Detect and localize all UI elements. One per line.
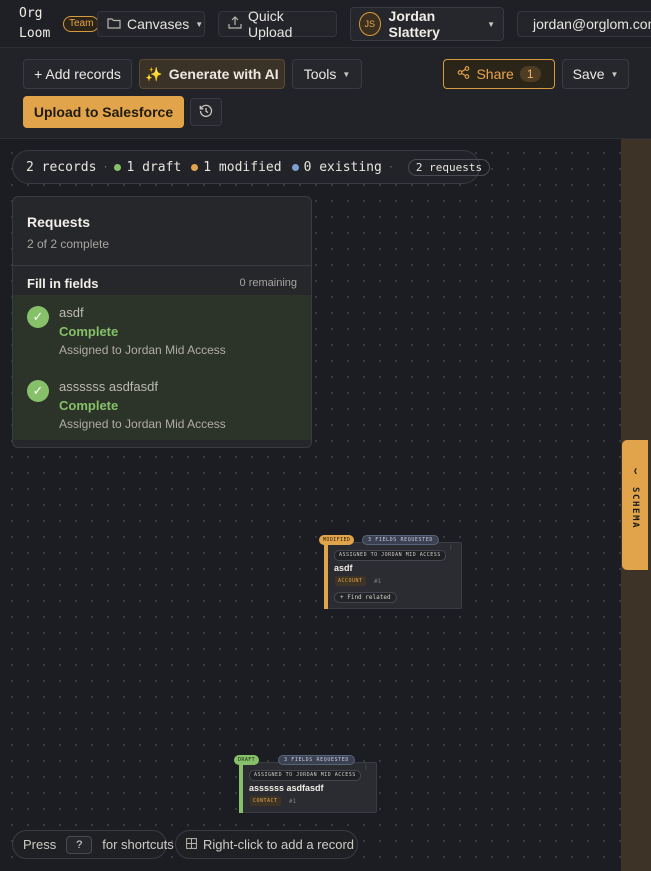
shortcuts-label: for shortcuts xyxy=(102,837,174,852)
request-name: assssss asdfasdf xyxy=(59,379,158,394)
toolbar: + Add records ✨ Generate with AI Tools ▼… xyxy=(0,48,651,139)
existing-count-label: 0 existing xyxy=(303,159,382,175)
modified-count-label: 1 modified xyxy=(203,159,282,175)
share-button[interactable]: Share 1 xyxy=(443,59,555,89)
press-label: Press xyxy=(23,837,57,852)
assigned-pill: ASSIGNED TO JORDAN MID ACCESS xyxy=(249,770,361,781)
share-label: Share xyxy=(476,66,514,82)
existing-dot xyxy=(291,163,299,171)
shortcut-key: ? xyxy=(66,835,93,854)
share-icon xyxy=(457,66,470,82)
app-logo[interactable]: Org Loom xyxy=(19,4,59,44)
record-name: asdf xyxy=(334,563,353,573)
record-state-edge xyxy=(324,542,328,609)
fields-requested-tag: 3 FIELDS REQUESTED xyxy=(278,755,355,765)
modified-dot xyxy=(191,163,199,171)
add-records-button[interactable]: + Add records xyxy=(23,59,132,89)
chevron-down-icon: ▼ xyxy=(195,19,204,29)
account-email: jordan@orglom.com xyxy=(533,16,651,32)
canvases-button[interactable]: Canvases ▼ xyxy=(97,11,205,37)
record-card-asdf[interactable]: ⋮ ASSIGNED TO JORDAN MID ACCESS asdf ACC… xyxy=(324,542,462,609)
shortcuts-hint[interactable]: Press ? for shortcuts xyxy=(12,830,174,859)
record-index: #1 xyxy=(289,798,297,805)
assigned-pill: ASSIGNED TO JORDAN MID ACCESS xyxy=(334,550,446,561)
fields-requested-tag: 3 FIELDS REQUESTED xyxy=(362,535,439,545)
more-icon[interactable]: ⋮ xyxy=(448,545,454,551)
upload-icon xyxy=(228,16,242,32)
record-type-pill: CONTACT xyxy=(250,796,281,806)
request-assignee: Assigned to Jordan Mid Access xyxy=(59,343,226,357)
user-name: Jordan Slattery xyxy=(388,8,440,40)
save-label: Save xyxy=(572,66,605,82)
request-name: asdf xyxy=(59,305,84,320)
draft-dot xyxy=(114,163,122,171)
grid-icon xyxy=(186,837,197,852)
chevron-down-icon: ▼ xyxy=(342,69,351,79)
schema-panel-toggle[interactable]: ‹ SCHEMA xyxy=(622,440,648,570)
generate-with-ai-label: Generate with AI xyxy=(168,66,279,82)
generate-with-ai-button[interactable]: ✨ Generate with AI xyxy=(139,59,285,89)
requests-progress: 2 of 2 complete xyxy=(27,237,110,251)
chevron-down-icon: ▼ xyxy=(610,69,619,79)
records-count: 2 records xyxy=(26,159,97,175)
record-name: assssss asdfasdf xyxy=(249,783,324,793)
requests-title: Requests xyxy=(27,214,91,230)
existing-count: 0 existing xyxy=(291,159,382,175)
record-type-pill: ACCOUNT xyxy=(335,576,366,586)
request-status: Complete xyxy=(59,398,119,413)
upload-to-salesforce-button[interactable]: Upload to Salesforce xyxy=(23,96,184,128)
draft-tag: DRAFT xyxy=(234,755,260,765)
modified-tag: MODIFIED xyxy=(319,535,355,545)
folder-icon xyxy=(107,16,121,32)
canvases-label: Canvases xyxy=(127,16,190,32)
avatar: JS xyxy=(359,12,381,36)
quick-upload-button[interactable]: Quick Upload xyxy=(218,8,337,40)
tools-button[interactable]: Tools ▼ xyxy=(292,59,362,89)
draft-count-label: 1 draft xyxy=(126,159,182,175)
user-menu-button[interactable]: JS Jordan Slattery ▼ xyxy=(350,7,504,41)
modified-count: 1 modified xyxy=(191,159,282,175)
record-card-assssss-asdfasdf[interactable]: ⋮ ASSIGNED TO JORDAN MID ACCESS assssss … xyxy=(239,762,377,813)
check-circle-icon: ✓ xyxy=(27,306,49,328)
tools-label: Tools xyxy=(303,66,337,82)
more-icon[interactable]: ⋮ xyxy=(363,765,369,771)
request-status: Complete xyxy=(59,324,119,339)
sparkles-icon: ✨ xyxy=(145,65,163,82)
chevron-left-icon: ‹ xyxy=(633,462,637,479)
team-badge: Team xyxy=(63,16,100,32)
right-click-hint: Right-click to add a record xyxy=(175,830,358,859)
top-bar: Org Loom Team Canvases ▼ Quick Upload JS… xyxy=(0,0,651,48)
fill-in-fields-heading: Fill in fields xyxy=(27,276,99,291)
save-button[interactable]: Save ▼ xyxy=(562,59,629,89)
share-count-badge: 1 xyxy=(519,66,541,82)
history-button[interactable] xyxy=(190,98,222,126)
find-related-button[interactable]: + Find related xyxy=(334,592,397,603)
separator-dot: · xyxy=(102,161,109,173)
draft-count: 1 draft xyxy=(114,160,181,175)
chevron-down-icon: ▼ xyxy=(487,19,495,29)
request-list: ✓ asdf Complete Assigned to Jordan Mid A… xyxy=(13,295,311,440)
history-icon xyxy=(199,104,213,121)
request-assignee: Assigned to Jordan Mid Access xyxy=(59,417,226,431)
requests-panel: Requests 2 of 2 complete Fill in fields … xyxy=(12,196,312,448)
schema-label: SCHEMA xyxy=(630,487,640,530)
check-circle-icon: ✓ xyxy=(27,380,49,402)
account-email-button[interactable]: jordan@orglom.com xyxy=(517,11,651,37)
remaining-count: 0 remaining xyxy=(239,277,297,289)
separator-dot: · xyxy=(387,161,394,173)
divider xyxy=(13,265,311,266)
record-state-edge xyxy=(239,762,243,813)
requests-count-badge[interactable]: 2 requests xyxy=(407,158,491,176)
canvas-status-bar: 2 records · 1 draft 1 modified 0 existin… xyxy=(12,150,491,184)
right-click-label: Right-click to add a record xyxy=(203,837,355,852)
quick-upload-label: Quick Upload xyxy=(248,8,293,40)
record-index: #1 xyxy=(374,578,382,585)
